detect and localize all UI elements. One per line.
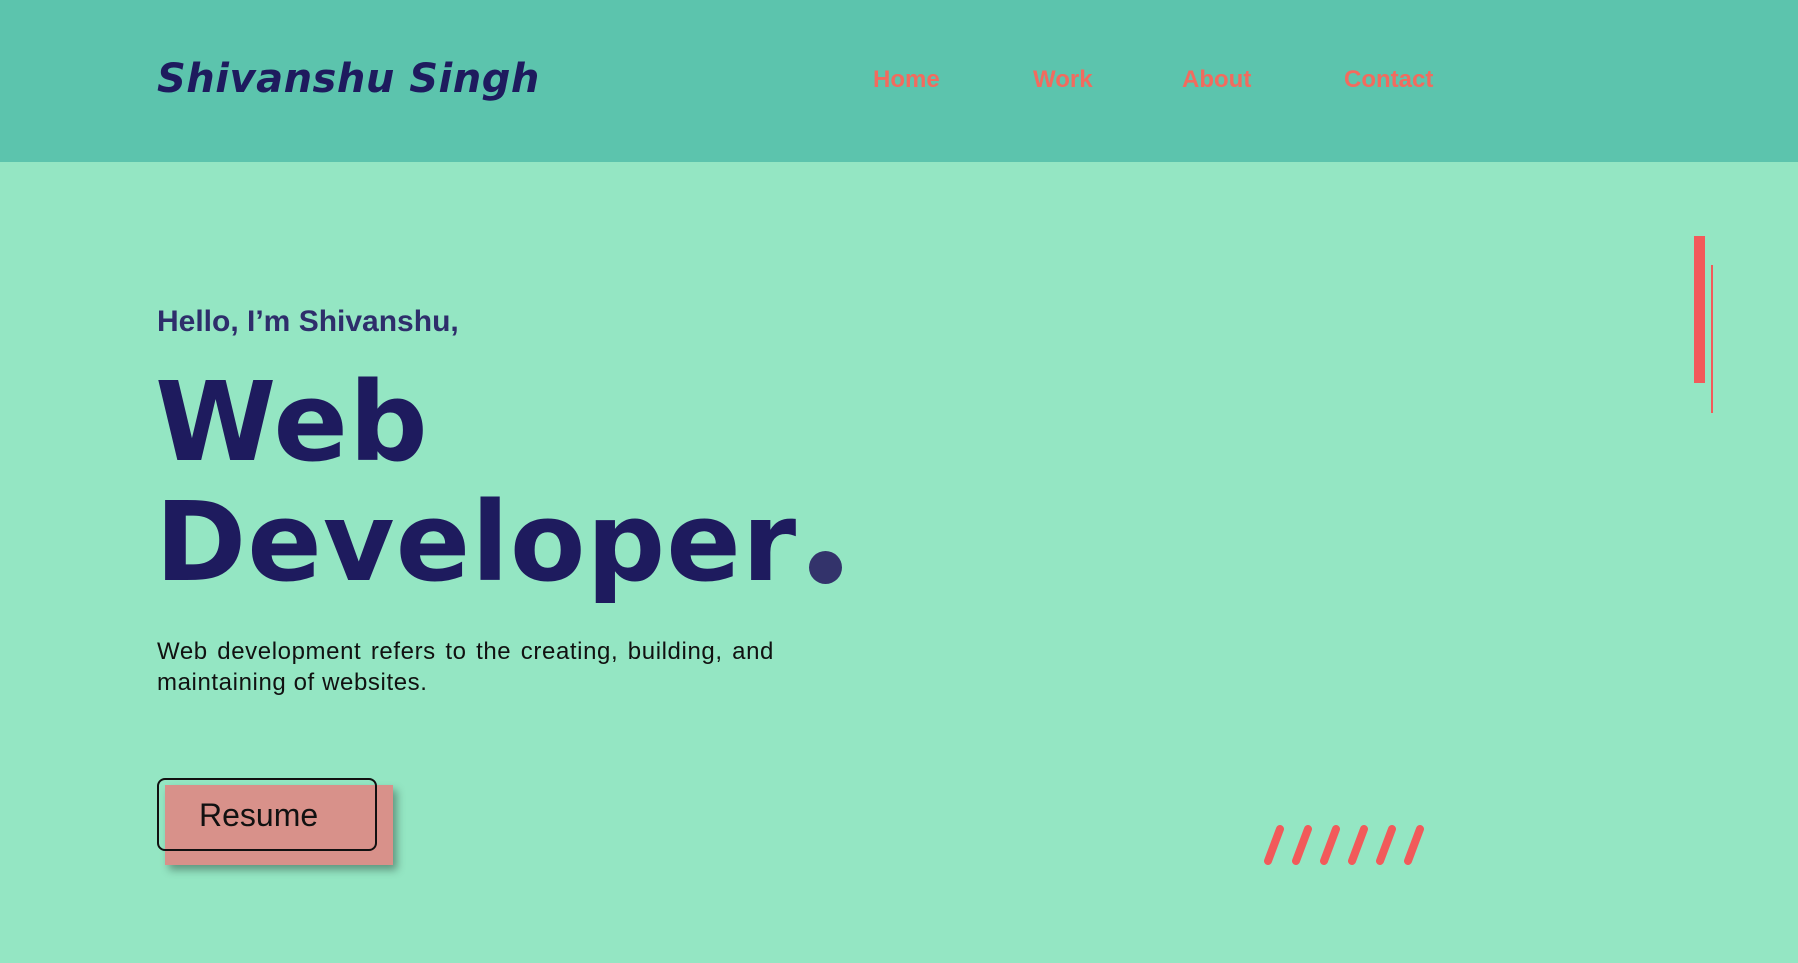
nav-about-link[interactable]: About xyxy=(1182,66,1251,94)
resume-button[interactable]: Resume xyxy=(157,778,377,851)
main-nav: Home Work About Contact xyxy=(0,66,1798,96)
slash-stripe xyxy=(1376,825,1396,865)
nav-work-link[interactable]: Work xyxy=(1033,66,1093,94)
portfolio-page: Shivanshu Singh Home Work About Contact … xyxy=(0,0,1798,963)
nav-contact-link[interactable]: Contact xyxy=(1344,66,1433,94)
slash-stripe xyxy=(1348,825,1368,865)
headline-line-1: Web xyxy=(155,358,429,486)
hero-greeting: Hello, I’m Shivanshu, xyxy=(157,305,459,338)
slash-stripe xyxy=(1404,825,1424,865)
slash-stripe xyxy=(1264,825,1284,865)
hero-description: Web development refers to the creating, … xyxy=(157,638,774,696)
vertical-bar-thin-decoration xyxy=(1711,265,1713,413)
slash-stripe xyxy=(1320,825,1340,865)
dot-icon xyxy=(809,551,842,584)
slash-stripe xyxy=(1292,825,1312,865)
headline-line-2: Developer xyxy=(155,478,798,606)
slash-stripes-decoration xyxy=(1264,825,1424,865)
site-header: Shivanshu Singh Home Work About Contact xyxy=(0,0,1798,162)
nav-home-link[interactable]: Home xyxy=(873,66,940,94)
hero-headline: Web Developer xyxy=(155,362,797,602)
vertical-bar-thick-decoration xyxy=(1694,236,1705,383)
